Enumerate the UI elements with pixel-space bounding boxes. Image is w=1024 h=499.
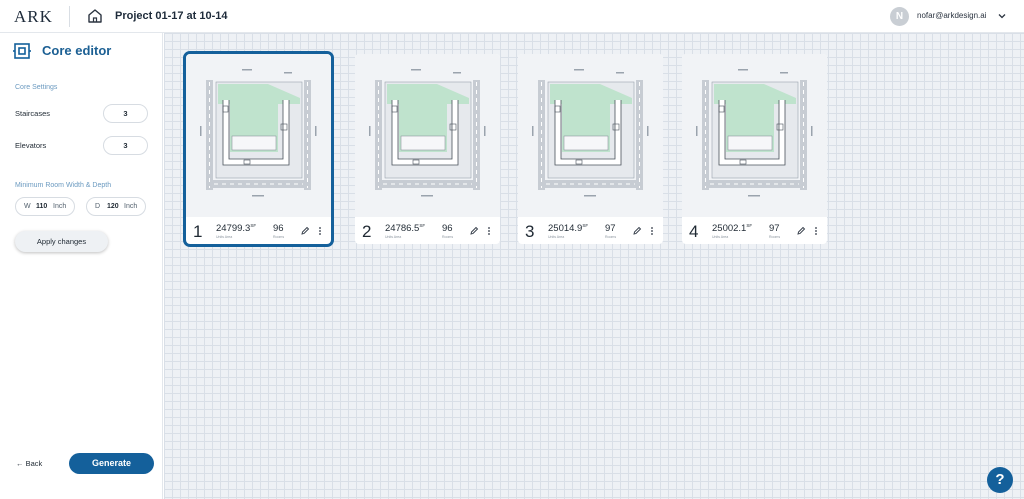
option-index: 2 <box>362 222 372 241</box>
header-divider <box>69 6 70 27</box>
top-bar: ARK Project 01-17 at 10-14 N nofar@arkde… <box>0 0 1024 33</box>
units-area-caption: Units Area <box>712 235 729 239</box>
rooms-count: 97 <box>605 223 616 234</box>
depth-prefix: D <box>95 203 101 210</box>
area-number: 25014.9 <box>548 223 583 234</box>
panel-title: Core editor <box>42 43 112 58</box>
rooms-count: 97 <box>769 223 780 234</box>
depth-value[interactable]: 120 <box>107 198 119 215</box>
units-area-caption: Units Area <box>385 235 402 239</box>
elevators-label: Elevators <box>15 141 47 150</box>
more-vertical-icon[interactable] <box>650 226 654 236</box>
option-index: 1 <box>193 222 203 241</box>
rooms-caption: Rooms <box>442 235 454 239</box>
avatar[interactable]: N <box>890 7 909 26</box>
rooms-caption: Rooms <box>273 235 285 239</box>
core-editor-panel: Core editor Core Settings Staircases 3 E… <box>0 33 163 499</box>
layout-option-card[interactable]: 4 25002.1SF Units Area 97 Rooms <box>682 54 827 244</box>
width-input[interactable]: W 110 Inch <box>15 197 75 216</box>
floor-plan-thumbnail[interactable] <box>355 54 500 217</box>
apply-changes-button[interactable]: Apply changes <box>15 231 108 252</box>
rooms-caption: Rooms <box>605 235 617 239</box>
layout-option-card[interactable]: 1 24799.3SF Units Area 96 Rooms <box>183 51 334 247</box>
staircases-input[interactable]: 3 <box>103 104 148 123</box>
core-settings-label: Core Settings <box>15 84 58 91</box>
area-unit: SF <box>746 223 753 228</box>
more-vertical-icon[interactable] <box>487 226 491 236</box>
units-area-caption: Units Area <box>548 235 565 239</box>
pencil-icon[interactable] <box>469 226 479 236</box>
width-prefix: W <box>24 203 31 210</box>
layout-option-card[interactable]: 2 24786.5SF Units Area 96 Rooms <box>355 54 500 244</box>
area-unit: SF <box>250 223 257 228</box>
pencil-icon[interactable] <box>632 226 642 236</box>
pencil-icon[interactable] <box>796 226 806 236</box>
rooms-caption: Rooms <box>769 235 781 239</box>
area-unit: SF <box>582 223 589 228</box>
rooms-count: 96 <box>273 223 284 234</box>
depth-unit: Inch <box>124 203 138 210</box>
rooms-count: 96 <box>442 223 453 234</box>
more-vertical-icon[interactable] <box>814 226 818 236</box>
area-number: 24786.5 <box>385 223 420 234</box>
floor-plan-thumbnail[interactable] <box>518 54 663 217</box>
home-icon[interactable] <box>86 7 104 25</box>
units-area-value: 24786.5SF <box>385 223 425 234</box>
area-number: 24799.3 <box>216 223 251 234</box>
layout-option-card[interactable]: 3 25014.9SF Units Area 97 Rooms <box>518 54 663 244</box>
ark-logo[interactable]: ARK <box>14 7 53 27</box>
units-area-value: 25014.9SF <box>548 223 588 234</box>
area-number: 25002.1 <box>712 223 747 234</box>
floor-plan-thumbnail[interactable] <box>186 54 331 217</box>
generate-button[interactable]: Generate <box>69 453 154 474</box>
user-email[interactable]: nofar@arkdesign.ai <box>917 11 987 20</box>
more-vertical-icon[interactable] <box>318 226 322 236</box>
back-button[interactable]: ← Back <box>16 459 42 468</box>
project-title: Project 01-17 at 10-14 <box>115 10 228 22</box>
pencil-icon[interactable] <box>300 226 310 236</box>
chevron-down-icon[interactable] <box>996 10 1008 22</box>
elevators-input[interactable]: 3 <box>103 136 148 155</box>
option-index: 3 <box>525 222 535 241</box>
min-room-label: Minimum Room Width & Depth <box>15 182 112 189</box>
units-area-value: 25002.1SF <box>712 223 752 234</box>
help-button[interactable]: ? <box>987 467 1013 493</box>
units-area-caption: Units Area <box>216 235 233 239</box>
width-value[interactable]: 110 <box>36 198 47 215</box>
depth-input[interactable]: D 120 Inch <box>86 197 146 216</box>
area-unit: SF <box>419 223 426 228</box>
units-area-value: 24799.3SF <box>216 223 256 234</box>
staircases-label: Staircases <box>15 109 51 118</box>
floor-plan-thumbnail[interactable] <box>682 54 827 217</box>
width-unit: Inch <box>53 203 67 210</box>
core-icon <box>13 43 31 59</box>
option-index: 4 <box>689 222 699 241</box>
